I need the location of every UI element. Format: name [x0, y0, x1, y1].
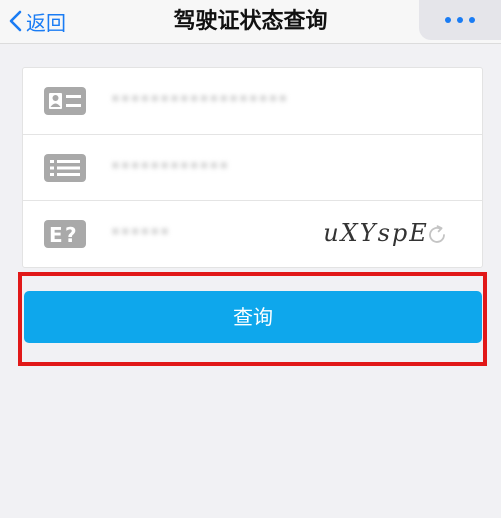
captcha-input[interactable]: •••••• [111, 223, 170, 243]
refresh-icon[interactable] [426, 224, 448, 246]
captcha-image[interactable]: uXYspE [323, 215, 427, 251]
license-number-row[interactable]: •••••••••••••••••• [23, 68, 482, 134]
query-button[interactable]: 查询 [24, 291, 482, 343]
list-icon [44, 154, 86, 182]
file-number-field[interactable]: •••••••••••• [111, 157, 229, 177]
more-dot-icon [445, 17, 451, 23]
more-dot-icon [457, 17, 463, 23]
captcha-icon: E ? [44, 220, 86, 248]
svg-text:E: E [49, 223, 63, 247]
file-number-row[interactable]: •••••••••••• [23, 134, 482, 200]
more-dot-icon [469, 17, 475, 23]
query-form-card: •••••••••••••••••• •••••••••••• E ? ••••… [22, 67, 483, 268]
id-card-icon [44, 87, 86, 115]
navigation-bar: 返回 驾驶证状态查询 [0, 0, 501, 44]
captcha-row[interactable]: E ? •••••• uXYspE [23, 200, 482, 266]
license-number-field[interactable]: •••••••••••••••••• [111, 90, 288, 110]
more-button[interactable] [419, 0, 501, 40]
svg-text:?: ? [65, 223, 77, 247]
